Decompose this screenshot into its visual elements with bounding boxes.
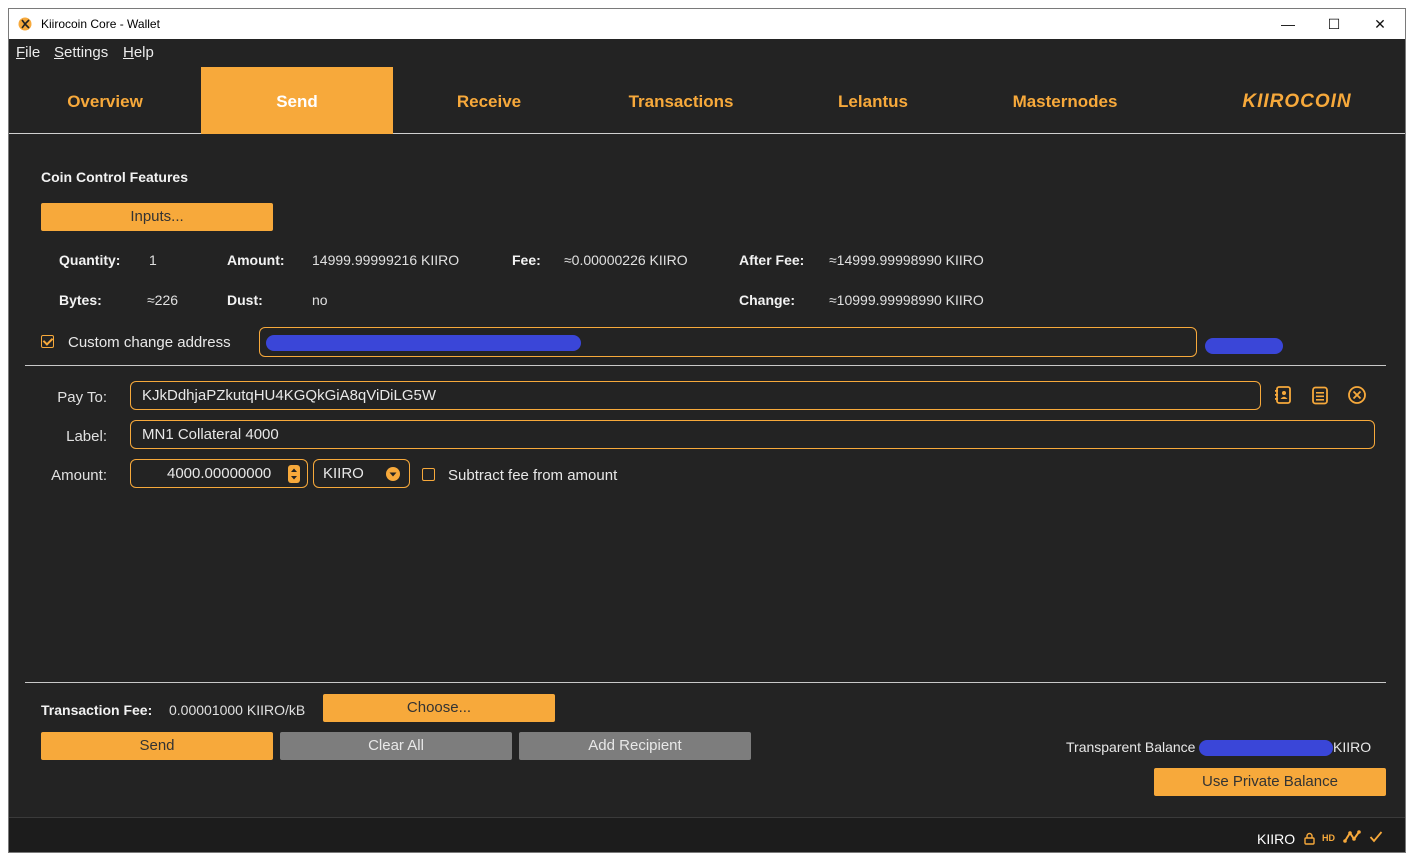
after-fee-label: After Fee: [739,252,805,268]
amount-input-value: 4000.00000000 [167,465,272,482]
dust-value: no [312,292,328,308]
clear-recipient-icon[interactable] [1347,385,1367,405]
balance-label: Transparent Balance [1066,739,1196,755]
bytes-label: Bytes: [59,292,102,308]
quantity-value: 1 [149,252,157,268]
tab-masternodes[interactable]: Masternodes [969,67,1161,134]
menu-file[interactable]: File [16,44,40,61]
menu-bar: File Settings Help [9,39,1405,67]
after-fee-value: ≈14999.99998990 KIIRO [829,252,984,268]
tab-bar: Overview Send Receive Transactions Lelan… [9,67,1405,134]
pay-to-value: KJkDdhjaPZkutqHU4KGQkGiA8qViDiLG5W [142,387,436,404]
tab-receive[interactable]: Receive [393,67,585,134]
status-bar: KIIRO HD [9,817,1405,852]
custom-change-address-field[interactable] [259,327,1197,357]
label-value: MN1 Collateral 4000 [142,426,279,443]
send-button[interactable]: Send [41,732,273,760]
add-recipient-button[interactable]: Add Recipient [519,732,751,760]
menu-settings[interactable]: Settings [54,44,108,61]
fee-label: Fee: [512,252,541,268]
change-value: ≈10999.99998990 KIIRO [829,292,984,308]
amount-spinbox[interactable]: 4000.00000000 [130,459,308,488]
paste-icon[interactable] [1310,385,1330,405]
hd-icon: HD [1322,833,1335,843]
unit-value: KIIRO [323,465,364,482]
address-book-icon[interactable] [1273,385,1293,405]
clear-all-button[interactable]: Clear All [280,732,512,760]
pay-to-field[interactable]: KJkDdhjaPZkutqHU4KGQkGiA8qViDiLG5W [130,381,1261,410]
tab-lelantus[interactable]: Lelantus [777,67,969,134]
label-label: Label: [66,428,107,445]
subtract-fee-label: Subtract fee from amount [448,467,618,484]
custom-change-checkbox[interactable] [41,335,54,348]
unit-select[interactable]: KIIRO [313,459,410,488]
amount-row-label: Amount: [51,467,107,484]
balance-unit: KIIRO [1333,739,1372,755]
use-private-balance-button[interactable]: Use Private Balance [1154,768,1386,796]
divider [25,365,1386,366]
window-title: Kiirocoin Core - Wallet [41,17,160,31]
network-icon[interactable] [1343,829,1361,845]
chevron-down-icon [386,467,400,481]
tab-transactions[interactable]: Transactions [585,67,777,134]
close-icon[interactable]: ✕ [1357,9,1403,39]
change-label: Change: [739,292,795,308]
fee-value: ≈0.00000226 KIIRO [564,252,688,268]
spin-arrows-icon[interactable] [288,465,300,483]
kiirocoin-logo-icon [18,17,32,31]
tx-fee-label: Transaction Fee: [41,702,153,718]
bytes-value: ≈226 [147,292,179,308]
lock-icon [1304,832,1315,845]
subtract-fee-checkbox[interactable] [422,468,435,481]
label-field[interactable]: MN1 Collateral 4000 [130,420,1375,449]
tab-send[interactable]: Send [201,67,393,134]
tx-fee-value: 0.00001000 KIIRO/kB [169,702,306,718]
wallet-window: Kiirocoin Core - Wallet — ☐ ✕ File Setti… [8,8,1406,853]
maximize-icon[interactable]: ☐ [1311,9,1357,39]
quantity-label: Quantity: [59,252,121,268]
pay-to-label: Pay To: [57,389,107,406]
brand-logo: KIIROCOIN [1242,91,1352,112]
synced-check-icon [1369,831,1383,843]
inputs-button[interactable]: Inputs... [41,203,273,231]
custom-change-label: Custom change address [68,334,231,351]
coin-control-title: Coin Control Features [41,169,189,185]
status-unit[interactable]: KIIRO [1257,831,1295,847]
minimize-icon[interactable]: — [1265,9,1311,39]
choose-fee-button[interactable]: Choose... [323,694,555,722]
amount-value: 14999.99999216 KIIRO [312,252,460,268]
amount-label: Amount: [227,252,285,268]
tab-overview[interactable]: Overview [9,67,201,134]
menu-help[interactable]: Help [123,44,154,61]
redacted-address [266,335,581,351]
redacted-balance [1199,740,1333,756]
divider-bottom [25,682,1386,683]
redacted-change-label [1205,338,1283,354]
dust-label: Dust: [227,292,263,308]
title-bar: Kiirocoin Core - Wallet — ☐ ✕ [9,9,1405,39]
